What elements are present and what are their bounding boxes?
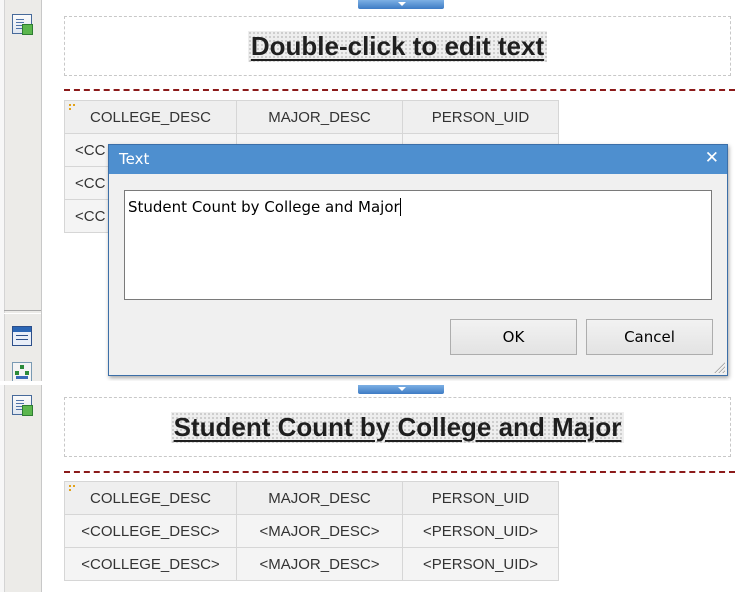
text-input-value: Student Count by College and Major <box>128 198 400 216</box>
page-layout-icon[interactable] <box>12 14 33 35</box>
table-row: <COLLEGE_DESC> <MAJOR_DESC> <PERSON_UID> <box>64 547 559 581</box>
resize-grip-icon[interactable] <box>713 361 725 373</box>
text-input[interactable]: Student Count by College and Major <box>124 190 712 300</box>
header-college-desc[interactable]: COLLEGE_DESC <box>64 481 237 515</box>
toolbar-edge <box>0 385 5 592</box>
text-caret <box>399 198 401 216</box>
table-header-row: COLLEGE_DESC MAJOR_DESC PERSON_UID <box>64 100 559 134</box>
header-major-desc[interactable]: MAJOR_DESC <box>236 481 403 515</box>
bottom-report-editor: Student Count by College and Major COLLE… <box>0 381 735 592</box>
text-dialog: Text ✕ Student Count by College and Majo… <box>108 144 728 376</box>
cell-college-desc[interactable]: <COLLEGE_DESC> <box>64 547 237 581</box>
dialog-title: Text <box>119 150 150 168</box>
header-person-uid[interactable]: PERSON_UID <box>402 100 559 134</box>
report-title[interactable]: Student Count by College and Major <box>170 411 625 443</box>
table-handle-icon[interactable] <box>69 104 71 106</box>
left-toolbar <box>0 0 42 381</box>
page-layout-icon[interactable] <box>12 395 33 416</box>
table-handle-icon[interactable] <box>69 485 71 487</box>
cell-major-desc[interactable]: <MAJOR_DESC> <box>236 514 403 548</box>
dialog-titlebar[interactable]: Text ✕ <box>109 145 727 174</box>
header-person-uid[interactable]: PERSON_UID <box>402 481 559 515</box>
title-placeholder-text[interactable]: Double-click to edit text <box>247 30 548 62</box>
table-properties-icon[interactable] <box>12 326 32 346</box>
header-college-desc[interactable]: COLLEGE_DESC <box>64 100 237 134</box>
hierarchy-icon[interactable] <box>12 362 32 381</box>
cell-person-uid[interactable]: <PERSON_UID> <box>402 514 559 548</box>
header-major-desc[interactable]: MAJOR_DESC <box>236 100 403 134</box>
collapse-handle[interactable] <box>358 0 444 9</box>
collapse-handle[interactable] <box>358 385 444 394</box>
section-separator <box>64 471 735 473</box>
table-row: <COLLEGE_DESC> <MAJOR_DESC> <PERSON_UID> <box>64 514 559 548</box>
toolbar-separator <box>4 310 41 314</box>
close-icon[interactable]: ✕ <box>705 148 719 168</box>
ok-button[interactable]: OK <box>450 319 577 355</box>
toolbar-edge <box>0 0 5 381</box>
table-header-row: COLLEGE_DESC MAJOR_DESC PERSON_UID <box>64 481 559 515</box>
title-textbox[interactable]: Double-click to edit text <box>64 16 731 76</box>
title-textbox[interactable]: Student Count by College and Major <box>64 397 731 457</box>
section-separator <box>64 89 735 91</box>
cell-person-uid[interactable]: <PERSON_UID> <box>402 547 559 581</box>
left-toolbar <box>0 385 42 592</box>
cell-college-desc[interactable]: <COLLEGE_DESC> <box>64 514 237 548</box>
top-report-editor: Double-click to edit text COLLEGE_DESC M… <box>0 0 735 381</box>
cancel-button[interactable]: Cancel <box>586 319 713 355</box>
header-label: COLLEGE_DESC <box>90 489 211 507</box>
header-label: COLLEGE_DESC <box>90 108 211 126</box>
cell-major-desc[interactable]: <MAJOR_DESC> <box>236 547 403 581</box>
report-table: COLLEGE_DESC MAJOR_DESC PERSON_UID <COLL… <box>64 481 559 581</box>
